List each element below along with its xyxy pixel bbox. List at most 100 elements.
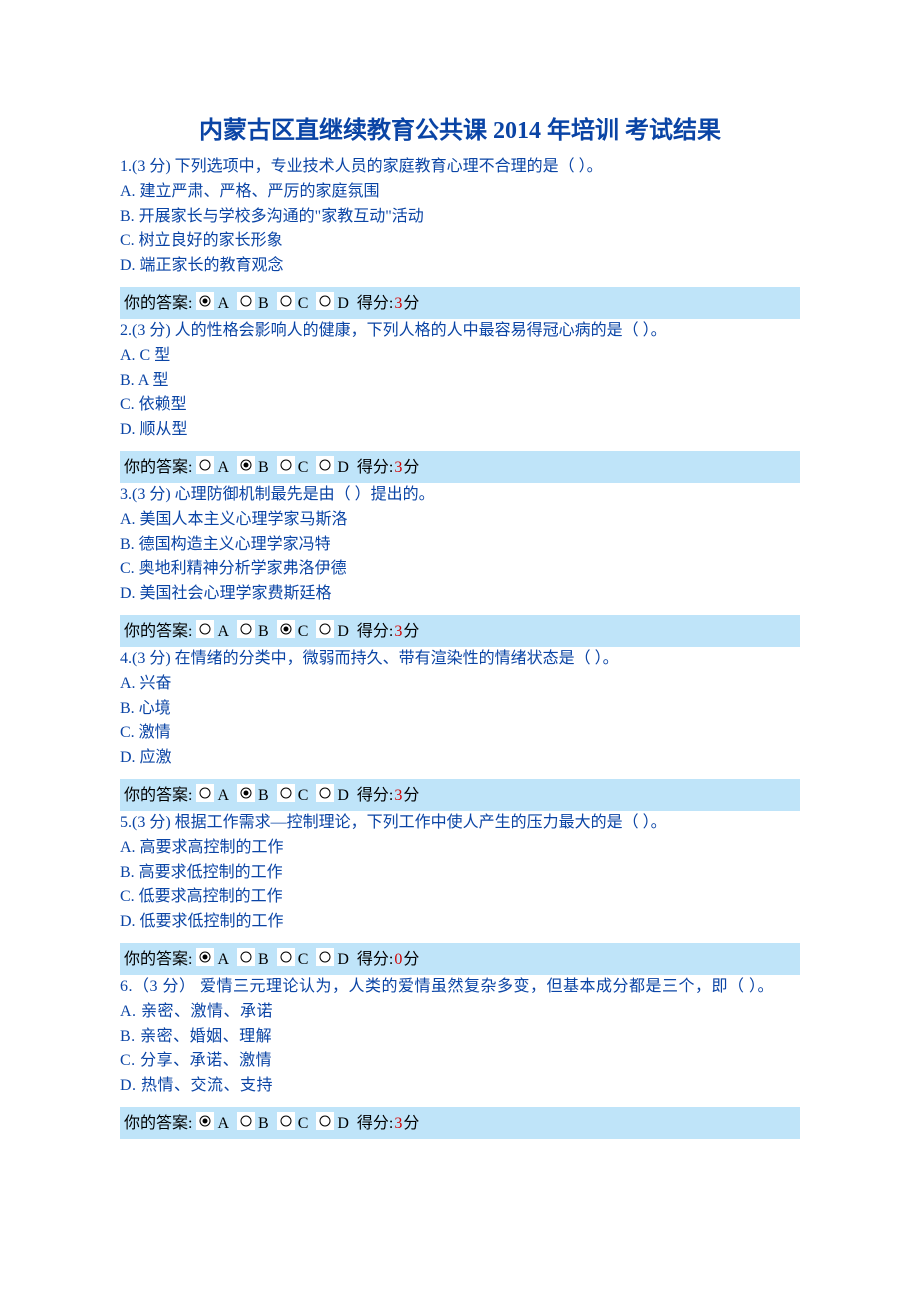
radio-option-b[interactable]: B [235,621,271,643]
radio-option-a[interactable]: A [194,293,231,315]
score-label: 得分: [357,293,393,315]
score-value: 3 [394,1113,402,1135]
radio-option-a[interactable]: A [194,785,231,807]
answer-label: 你的答案: [124,1113,192,1135]
score-value: 3 [394,621,402,643]
question-block: 4.(3 分) 在情绪的分类中，微弱而持久、带有渲染性的情绪状态是（ ）。A. … [120,647,800,811]
score-value: 3 [394,785,402,807]
radio-letter: B [258,457,269,479]
answer-row: 你的答案: ABCD 得分: 3 分 [120,287,800,319]
question-stem: 3.(3 分) 心理防御机制最先是由（ ）提出的。 [120,483,800,508]
question-option: B. 亲密、婚姻、理解 [120,1025,800,1050]
radio-option-b[interactable]: B [235,949,271,971]
question-option: C. 分享、承诺、激情 [120,1049,800,1074]
score-unit: 分 [403,621,419,643]
radio-letter: B [258,621,269,643]
question-stem: 4.(3 分) 在情绪的分类中，微弱而持久、带有渲染性的情绪状态是（ ）。 [120,647,800,672]
question-block: 1.(3 分) 下列选项中，专业技术人员的家庭教育心理不合理的是（ ）。A. 建… [120,155,800,319]
radio-letter: D [337,457,349,479]
answer-row: 你的答案: ABCD 得分: 3 分 [120,779,800,811]
question-option: D. 热情、交流、支持 [120,1074,800,1099]
radio-icon [237,1112,255,1130]
radio-option-d[interactable]: D [314,293,351,315]
radio-letter: A [217,785,229,807]
question-stem: 5.(3 分) 根据工作需求—控制理论，下列工作中使人产生的压力最大的是（ ）。 [120,811,800,836]
radio-option-d[interactable]: D [314,949,351,971]
score-unit: 分 [403,293,419,315]
radio-option-b[interactable]: B [235,1113,271,1135]
radio-icon [196,456,214,474]
radio-icon [316,620,334,638]
question-option: A. 建立严肃、严格、严厉的家庭氛围 [120,180,800,205]
radio-option-d[interactable]: D [314,1113,351,1135]
radio-option-a[interactable]: A [194,457,231,479]
radio-option-c[interactable]: C [275,621,311,643]
radio-letter: A [217,457,229,479]
answer-row: 你的答案: ABCD 得分: 3 分 [120,615,800,647]
radio-letter: A [217,1113,229,1135]
radio-option-b[interactable]: B [235,785,271,807]
score-label: 得分: [357,949,393,971]
radio-letter: C [298,457,309,479]
question-stem: 6.（3 分） 爱情三元理论认为，人类的爱情虽然复杂多变，但基本成分都是三个，即… [120,975,800,1000]
radio-letter: C [298,1113,309,1135]
answer-label: 你的答案: [124,949,192,971]
radio-option-d[interactable]: D [314,457,351,479]
question-stem: 2.(3 分) 人的性格会影响人的健康，下列人格的人中最容易得冠心病的是（ ）。 [120,319,800,344]
question-option: A. 兴奋 [120,672,800,697]
radio-letter: B [258,293,269,315]
radio-letter: C [298,293,309,315]
radio-letter: A [217,293,229,315]
radio-letter: C [298,785,309,807]
radio-option-c[interactable]: C [275,457,311,479]
radio-letter: D [337,293,349,315]
question-option: C. 奥地利精神分析学家弗洛伊德 [120,557,800,582]
radio-icon [277,456,295,474]
radio-icon [196,1112,214,1130]
answer-row: 你的答案: ABCD 得分: 3 分 [120,1107,800,1139]
question-stem: 1.(3 分) 下列选项中，专业技术人员的家庭教育心理不合理的是（ ）。 [120,155,800,180]
radio-icon [237,620,255,638]
score-value: 3 [394,457,402,479]
radio-icon [196,784,214,802]
radio-option-c[interactable]: C [275,1113,311,1135]
spacer [120,1099,800,1107]
spacer [120,443,800,451]
question-option: A. 高要求高控制的工作 [120,836,800,861]
radio-letter: B [258,785,269,807]
radio-letter: D [337,1113,349,1135]
radio-letter: D [337,621,349,643]
radio-option-c[interactable]: C [275,949,311,971]
radio-option-a[interactable]: A [194,621,231,643]
question-option: B. A 型 [120,369,800,394]
radio-letter: A [217,949,229,971]
radio-option-c[interactable]: C [275,293,311,315]
radio-letter: C [298,949,309,971]
spacer [120,607,800,615]
radio-option-b[interactable]: B [235,293,271,315]
radio-icon [316,948,334,966]
question-option: D. 应激 [120,746,800,771]
radio-option-d[interactable]: D [314,785,351,807]
score-unit: 分 [403,457,419,479]
answer-label: 你的答案: [124,293,192,315]
radio-icon [196,620,214,638]
question-block: 3.(3 分) 心理防御机制最先是由（ ）提出的。A. 美国人本主义心理学家马斯… [120,483,800,647]
question-option: B. 高要求低控制的工作 [120,861,800,886]
radio-option-b[interactable]: B [235,457,271,479]
radio-icon [237,784,255,802]
answer-label: 你的答案: [124,621,192,643]
questions-list: 1.(3 分) 下列选项中，专业技术人员的家庭教育心理不合理的是（ ）。A. 建… [120,155,800,1139]
radio-option-d[interactable]: D [314,621,351,643]
radio-option-a[interactable]: A [194,949,231,971]
question-option: A. 美国人本主义心理学家马斯洛 [120,508,800,533]
question-option: D. 低要求低控制的工作 [120,910,800,935]
radio-option-a[interactable]: A [194,1113,231,1135]
radio-icon [316,292,334,310]
question-option: C. 激情 [120,721,800,746]
radio-option-c[interactable]: C [275,785,311,807]
radio-icon [237,292,255,310]
radio-icon [277,784,295,802]
question-option: C. 树立良好的家长形象 [120,229,800,254]
score-unit: 分 [403,1113,419,1135]
